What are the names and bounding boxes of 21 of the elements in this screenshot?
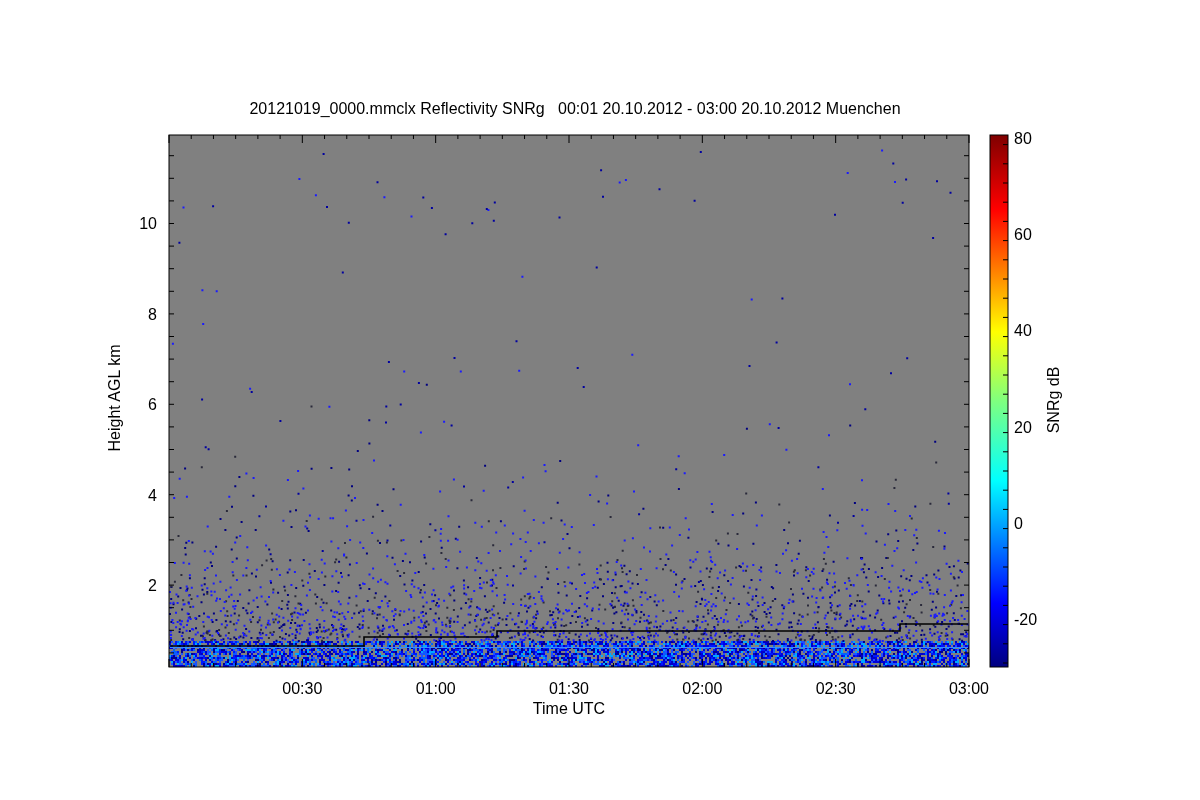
colorbar-label: SNRg dB: [1045, 366, 1062, 434]
x-axis-label: Time UTC: [532, 700, 606, 717]
tick-label: 01:00: [415, 680, 456, 697]
plot-title: 20121019_0000.mmclx Reflectivity SNRg 00:01 20.10.2012 - 03:00 20.10.2012 Muenchen: [249, 100, 901, 117]
tick-label: 40: [1014, 322, 1032, 340]
tick-label: 60: [1014, 226, 1032, 244]
tick-label: 6: [148, 396, 157, 413]
tick-label: 0: [1014, 514, 1023, 532]
tick-label: -20: [1014, 611, 1038, 628]
tick-label: 01:30: [549, 680, 589, 697]
tick-label: 00:30: [282, 680, 323, 697]
y-axis-label: Height AGL km: [106, 344, 123, 452]
tick-label: 10: [139, 215, 157, 232]
tick-label: 03:00: [949, 680, 989, 697]
tick-label: 8: [148, 305, 157, 323]
tick-label: 02:30: [815, 680, 856, 697]
tick-label: 20: [1014, 418, 1032, 436]
tick-label: 80: [1014, 130, 1032, 147]
tick-label: 2: [148, 577, 157, 594]
tick-label: 4: [148, 486, 157, 504]
tick-label: 02:00: [682, 680, 723, 697]
